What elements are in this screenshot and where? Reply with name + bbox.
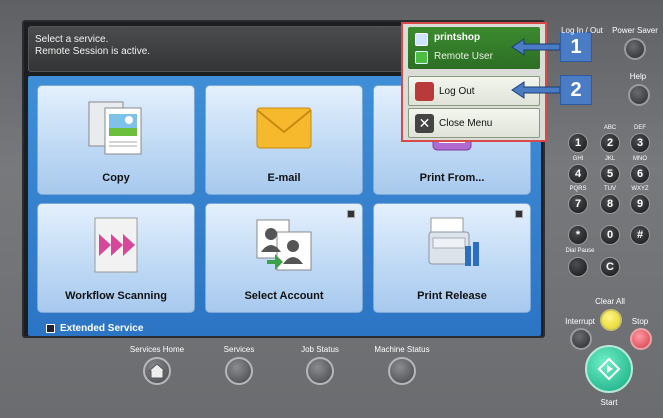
dial-pause-label: Dial Pause — [565, 248, 595, 254]
select-account-tile[interactable]: Select Account — [205, 203, 363, 313]
key-6[interactable]: 6 — [630, 164, 650, 184]
close-icon: ✕ — [415, 114, 434, 133]
stop-button[interactable] — [630, 328, 652, 350]
services-label: Services — [223, 345, 255, 354]
close-menu-button[interactable]: ✕ Close Menu — [408, 108, 540, 138]
workflow-scanning-tile[interactable]: Workflow Scanning — [37, 203, 195, 313]
print-release-icon — [428, 217, 479, 266]
envelope-icon — [256, 107, 312, 149]
power-saver-label: Power Saver — [612, 26, 658, 35]
select-account-icon — [256, 219, 312, 271]
services-home-button[interactable] — [143, 357, 171, 385]
callout-1: 1 — [560, 32, 592, 62]
key-star[interactable]: * — [568, 225, 588, 245]
key-8-letters: TUV — [604, 186, 616, 192]
key-3[interactable]: 3 — [630, 133, 650, 153]
key-1[interactable]: 1 — [568, 133, 588, 153]
extended-service-checkbox-icon — [46, 323, 55, 333]
extended-service-label: Extended Service — [60, 322, 144, 334]
services-button[interactable] — [225, 357, 253, 385]
key-2-letters: ABC — [603, 125, 617, 131]
stop-label: Stop — [631, 317, 649, 326]
tile-corner-indicator — [515, 210, 523, 218]
key-9-letters: WXYZ — [631, 186, 649, 192]
clear-all-button[interactable] — [600, 309, 622, 331]
key-5[interactable]: 5 — [600, 164, 620, 184]
start-button[interactable] — [585, 345, 633, 393]
key-3-letters: DEF — [634, 125, 646, 131]
interrupt-label: Interrupt — [565, 317, 595, 326]
key-0[interactable]: 0 — [600, 225, 620, 245]
login-logout-label: Log In / Out — [561, 26, 603, 35]
extended-service[interactable]: Extended Service — [46, 320, 143, 336]
email-label: E-mail — [267, 172, 301, 184]
key-7-letters: PQRS — [569, 186, 587, 192]
key-5-letters: JKL — [604, 156, 616, 162]
tile-corner-indicator — [347, 210, 355, 218]
job-status-button[interactable] — [306, 357, 334, 385]
home-icon — [147, 363, 167, 379]
key-8[interactable]: 8 — [600, 194, 620, 214]
device-panel: Select a service. Remote Session is acti… — [0, 0, 663, 418]
print-release-label: Print Release — [417, 290, 487, 302]
start-label: Start — [600, 398, 618, 407]
workflow-scanning-label: Workflow Scanning — [65, 290, 167, 302]
start-icon — [597, 357, 621, 381]
select-account-label: Select Account — [244, 290, 324, 302]
clear-all-label: Clear All — [595, 297, 625, 306]
key-6-letters: MNO — [633, 156, 647, 162]
copy-icon — [88, 101, 142, 155]
close-menu-label: Close Menu — [439, 118, 493, 129]
callout-2: 2 — [560, 75, 592, 105]
log-out-label: Log Out — [439, 86, 475, 97]
key-c[interactable]: C — [600, 257, 620, 277]
services-home-label: Services Home — [129, 345, 185, 354]
session-type: Remote User — [434, 51, 493, 62]
key-4[interactable]: 4 — [568, 164, 588, 184]
key-9[interactable]: 9 — [630, 194, 650, 214]
remote-session-icon — [415, 51, 428, 64]
copy-label: Copy — [102, 172, 130, 184]
help-label: Help — [629, 72, 647, 81]
key-2[interactable]: 2 — [600, 133, 620, 153]
log-out-icon — [415, 82, 434, 101]
machine-status-button[interactable] — [388, 357, 416, 385]
callout-arrows — [511, 38, 561, 99]
power-saver-button[interactable] — [624, 38, 646, 60]
copy-tile[interactable]: Copy — [37, 85, 195, 195]
key-7[interactable]: 7 — [568, 194, 588, 214]
machine-status-label: Machine Status — [374, 345, 430, 354]
user-name: printshop — [434, 32, 481, 43]
key-hash[interactable]: # — [630, 225, 650, 245]
key-4-letters: GHI — [572, 156, 584, 162]
dial-pause-button[interactable] — [568, 257, 588, 277]
help-button[interactable] — [628, 84, 650, 106]
job-status-label: Job Status — [301, 345, 339, 354]
print-release-tile[interactable]: Print Release — [373, 203, 531, 313]
workflow-scanning-icon — [94, 217, 138, 273]
email-tile[interactable]: E-mail — [205, 85, 363, 195]
user-icon — [415, 33, 428, 46]
print-from-label: Print From... — [419, 172, 485, 184]
